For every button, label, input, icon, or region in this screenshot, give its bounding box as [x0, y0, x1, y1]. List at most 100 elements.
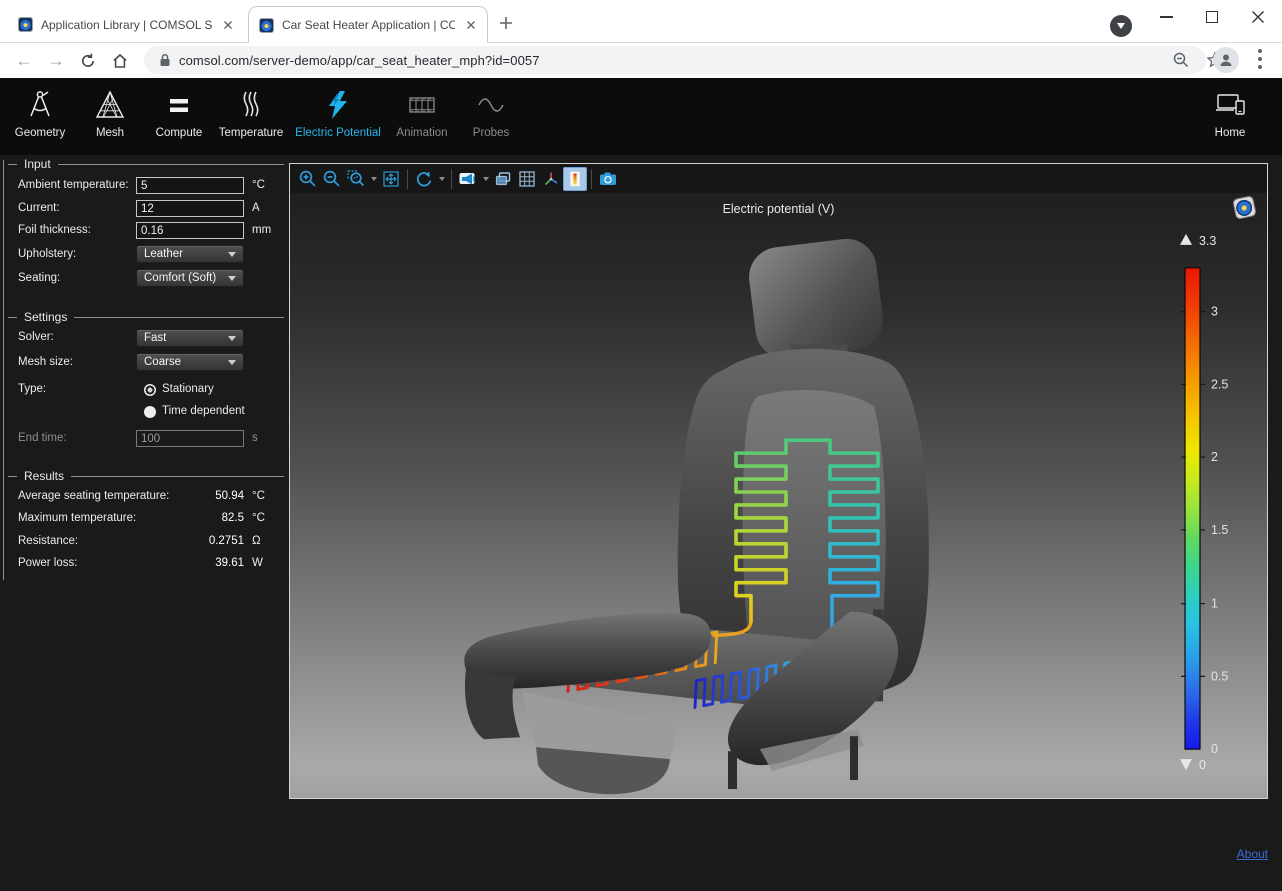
- svg-text:1: 1: [1211, 597, 1218, 611]
- svg-text:2.5: 2.5: [1211, 377, 1228, 391]
- form-border: [3, 160, 4, 580]
- colorbar: 3.3 3 2.5 2 1.5 1 0.5 0 0: [1180, 234, 1228, 772]
- minimize-button[interactable]: [1146, 0, 1186, 34]
- chevron-down-icon[interactable]: [480, 167, 491, 191]
- lightning-bolt-icon: [290, 86, 386, 124]
- end-time-input: [136, 430, 244, 447]
- min-marker-value: 0: [1199, 758, 1206, 772]
- comsol-favicon: [259, 18, 274, 33]
- radio-stationary[interactable]: [144, 384, 156, 396]
- comsol-logo-icon: [1232, 195, 1257, 220]
- profile-badge-icon[interactable]: [1110, 15, 1132, 37]
- sine-wave-icon: [443, 86, 539, 124]
- seating-dropdown[interactable]: Comfort (Soft): [136, 269, 244, 287]
- field-label: Solver:: [18, 331, 54, 343]
- tab-strip: Application Library | COMSOL Se Car Seat…: [0, 0, 1282, 42]
- seat-base: [464, 612, 898, 795]
- result-label: Maximum temperature:: [18, 512, 136, 524]
- heat-waves-icon: [203, 86, 299, 124]
- radio-time-dependent[interactable]: [144, 406, 156, 418]
- ribbon-probes-button: Probes: [443, 86, 539, 139]
- devices-home-icon: [1182, 86, 1278, 124]
- section-header-input: Input: [8, 156, 284, 172]
- zoom-extents-icon[interactable]: [379, 167, 403, 191]
- mesh-size-dropdown[interactable]: Coarse: [136, 353, 244, 371]
- solver-dropdown[interactable]: Fast: [136, 329, 244, 347]
- close-tab-icon[interactable]: [463, 17, 479, 33]
- chevron-down-icon[interactable]: [436, 167, 447, 191]
- lock-icon: [159, 53, 171, 67]
- field-unit: A: [252, 202, 260, 214]
- app-ribbon: Geometry Mesh Compute Temperature Electr…: [0, 78, 1282, 155]
- new-tab-icon[interactable]: [496, 13, 516, 33]
- zoom-box-icon[interactable]: [344, 167, 368, 191]
- zoom-in-icon[interactable]: [296, 167, 320, 191]
- result-unit: °C: [252, 490, 265, 502]
- profile-avatar[interactable]: [1213, 47, 1239, 73]
- upholstery-dropdown[interactable]: Leather: [136, 245, 244, 263]
- close-button[interactable]: [1238, 0, 1278, 34]
- ribbon-electric-potential-button[interactable]: Electric Potential: [290, 86, 386, 139]
- close-tab-icon[interactable]: [220, 17, 236, 33]
- home-icon[interactable]: [108, 49, 132, 73]
- result-value: 82.5: [136, 512, 244, 524]
- page-zoom-icon[interactable]: [1172, 51, 1190, 69]
- result-unit: W: [252, 557, 263, 569]
- result-label: Resistance:: [18, 535, 78, 547]
- field-label: Foil thickness:: [18, 224, 91, 236]
- screenshot-camera-icon[interactable]: [596, 167, 620, 191]
- reload-icon[interactable]: [76, 49, 100, 73]
- about-link[interactable]: About: [1237, 847, 1268, 861]
- field-label: Upholstery:: [18, 248, 76, 260]
- menu-dots-icon[interactable]: •••: [1254, 48, 1266, 72]
- section-header-results: Results: [8, 468, 284, 484]
- foil-thickness-input[interactable]: [136, 222, 244, 239]
- ambient-temperature-input[interactable]: [136, 177, 244, 194]
- ribbon-home-button[interactable]: Home: [1182, 86, 1278, 139]
- back-arrow-icon[interactable]: ←: [12, 49, 36, 73]
- max-marker-icon: [1180, 234, 1192, 245]
- color-legend-icon[interactable]: [563, 167, 587, 191]
- graphics-panel: Electric potential (V): [289, 163, 1268, 799]
- field-label: Current:: [18, 202, 60, 214]
- address-bar[interactable]: comsol.com/server-demo/app/car_seat_heat…: [144, 46, 1206, 74]
- ribbon-temperature-button[interactable]: Temperature: [203, 86, 299, 139]
- transparency-icon[interactable]: [491, 167, 515, 191]
- chevron-down-icon[interactable]: [368, 167, 379, 191]
- section-header-settings: Settings: [8, 309, 284, 325]
- svg-text:0.5: 0.5: [1211, 669, 1228, 683]
- max-marker-value: 3.3: [1199, 234, 1216, 248]
- tab-title: Application Library | COMSOL Se: [41, 18, 212, 32]
- tab-title: Car Seat Heater Application | CO: [282, 18, 455, 32]
- field-label: Type:: [18, 383, 46, 395]
- field-unit: °C: [252, 179, 265, 191]
- tab-application-library[interactable]: Application Library | COMSOL Se: [8, 6, 244, 43]
- field-unit: mm: [252, 224, 271, 236]
- comsol-favicon: [18, 17, 33, 32]
- radio-label: Stationary: [162, 383, 214, 395]
- scene-light-icon[interactable]: [456, 167, 480, 191]
- forward-arrow-icon[interactable]: →: [44, 49, 68, 73]
- result-label: Power loss:: [18, 557, 77, 569]
- url-text: comsol.com/server-demo/app/car_seat_heat…: [179, 53, 540, 68]
- current-input[interactable]: [136, 200, 244, 217]
- svg-text:2: 2: [1211, 450, 1218, 464]
- radio-label: Time dependent: [162, 405, 245, 417]
- graphics-toolbar: [290, 164, 1267, 193]
- maximize-button[interactable]: [1192, 0, 1232, 34]
- field-label: Ambient temperature:: [18, 179, 129, 191]
- min-marker-icon: [1180, 759, 1192, 770]
- result-unit: °C: [252, 512, 265, 524]
- reset-view-icon[interactable]: [412, 167, 436, 191]
- result-value: 50.94: [136, 490, 244, 502]
- zoom-out-icon[interactable]: [320, 167, 344, 191]
- svg-text:1.5: 1.5: [1211, 523, 1228, 537]
- axes-icon[interactable]: [539, 167, 563, 191]
- svg-text:0: 0: [1211, 742, 1218, 756]
- tab-car-seat-heater[interactable]: Car Seat Heater Application | CO: [248, 6, 488, 43]
- grid-icon[interactable]: [515, 167, 539, 191]
- plot-canvas[interactable]: Electric potential (V): [290, 193, 1267, 798]
- field-label: Mesh size:: [18, 356, 73, 368]
- field-label: End time:: [18, 432, 67, 444]
- field-unit: s: [252, 432, 258, 444]
